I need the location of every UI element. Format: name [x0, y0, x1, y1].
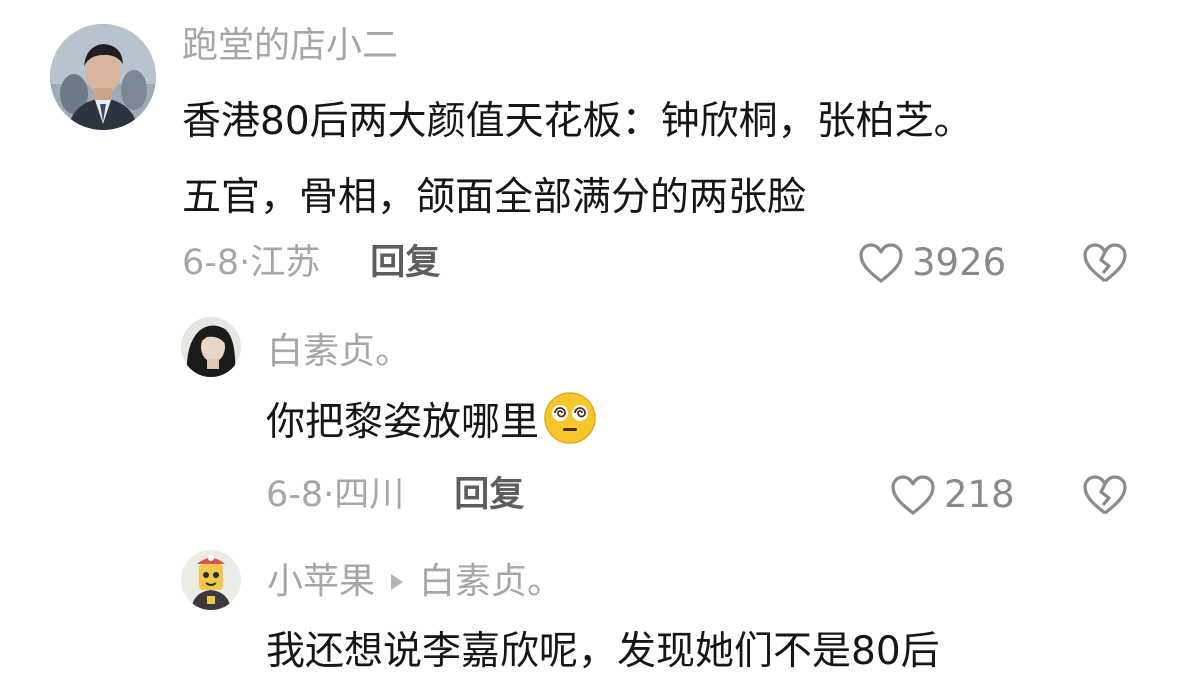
comment-meta: 6-8·四川 回复 — [266, 473, 524, 517]
username-link[interactable]: 小苹果 — [267, 561, 375, 602]
comment-meta: 6-8·江苏 回复 — [182, 241, 440, 285]
like-button[interactable]: 218 — [890, 473, 1015, 517]
comment-line: 你把黎姿放哪里 — [266, 400, 540, 445]
reply-button[interactable]: 回复 — [454, 475, 524, 515]
date-location: 6-8·江苏 — [182, 243, 321, 283]
broken-heart-icon[interactable] — [1082, 474, 1128, 516]
username[interactable]: 白素贞。 — [267, 330, 411, 374]
dark-hair-avatar-icon — [181, 317, 241, 377]
avatar[interactable] — [181, 317, 241, 377]
heart-outline-icon — [891, 475, 935, 515]
reply-button[interactable]: 回复 — [370, 243, 440, 283]
comment-item: 小苹果 白素贞。 我还想说李嘉欣呢，发现她们不是80后 — [0, 540, 1179, 677]
comment-text: 香港80后两大颜值天花板：钟欣桐，张柏芝。 五官，骨相，颌面全部满分的两张脸 — [182, 84, 973, 236]
reply-to-username[interactable]: 白素贞。 — [419, 561, 563, 602]
costume-character-avatar-icon — [181, 550, 241, 610]
like-button[interactable]: 3926 — [858, 241, 1006, 285]
comment-text: 你把黎姿放哪里 — [266, 385, 597, 461]
man-in-suit-avatar-icon — [50, 24, 156, 130]
comment-item: 跑堂的店小二 香港80后两大颜值天花板：钟欣桐，张柏芝。 五官，骨相，颌面全部满… — [0, 0, 1179, 300]
date-location: 6-8·四川 — [266, 475, 405, 515]
comment-item: 白素贞。 你把黎姿放哪里 6-8·四川 回复 218 — [0, 300, 1179, 540]
dizzy-face-emoji-icon — [544, 392, 596, 444]
triangle-right-icon — [391, 573, 404, 590]
username: 小苹果 白素贞。 — [267, 560, 563, 604]
comment-text: 我还想说李嘉欣呢，发现她们不是80后 — [266, 614, 940, 690]
comment-line: 香港80后两大颜值天花板：钟欣桐，张柏芝。 — [182, 99, 973, 144]
like-count: 218 — [944, 473, 1015, 516]
like-count: 3926 — [912, 241, 1007, 284]
broken-heart-icon[interactable] — [1082, 242, 1128, 284]
username[interactable]: 跑堂的店小二 — [182, 24, 398, 68]
comment-line: 五官，骨相，颌面全部满分的两张脸 — [182, 175, 807, 220]
avatar[interactable] — [50, 24, 156, 130]
heart-outline-icon — [859, 243, 903, 283]
comment-line: 我还想说李嘉欣呢，发现她们不是80后 — [266, 629, 940, 674]
avatar[interactable] — [181, 550, 241, 610]
